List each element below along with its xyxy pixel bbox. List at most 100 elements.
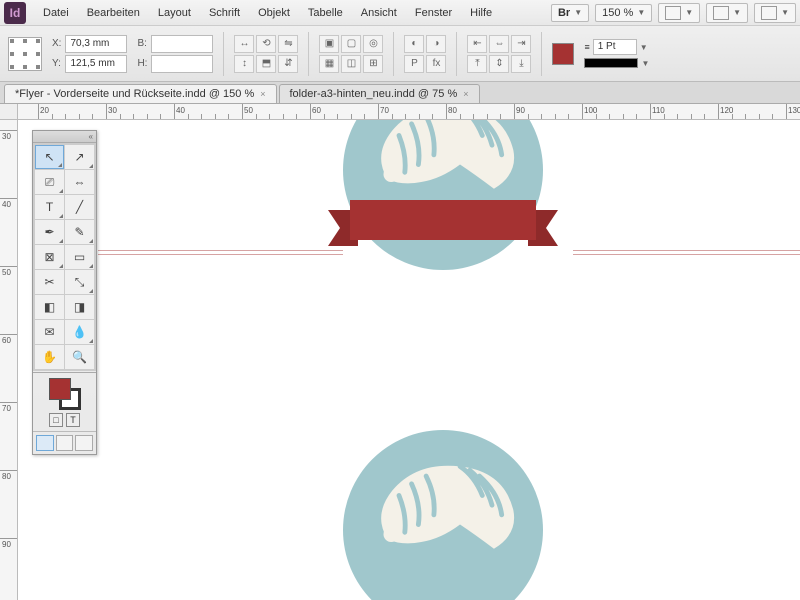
zoom-level[interactable]: 150 %▼ — [595, 4, 652, 22]
flip-v-icon[interactable]: ⇵ — [278, 55, 298, 73]
pen-tool[interactable]: ✒ — [35, 220, 64, 244]
arrange-button[interactable]: ▼ — [706, 3, 748, 23]
ruler-origin[interactable] — [0, 104, 18, 120]
document-tabs: *Flyer - Vorderseite und Rückseite.indd … — [0, 82, 800, 104]
eyedropper-tool[interactable]: 💧 — [65, 320, 94, 344]
scale-y-icon[interactable]: ↕ — [234, 55, 254, 73]
arrange-icon — [713, 6, 729, 20]
scale-x-icon[interactable]: ↔ — [234, 35, 254, 53]
formatting-text-icon[interactable]: T — [66, 413, 80, 427]
rectangle-frame-tool[interactable]: ⊠ — [35, 245, 64, 269]
scissors-tool[interactable]: ✂ — [35, 270, 64, 294]
menu-table[interactable]: Tabelle — [299, 3, 352, 23]
menu-edit[interactable]: Bearbeiten — [78, 3, 149, 23]
w-input[interactable] — [151, 35, 213, 53]
bridge-button[interactable]: Br ▼ — [551, 4, 589, 22]
zoom-tool[interactable]: 🔍 — [65, 345, 94, 369]
align-hcenter-icon[interactable]: ⇔ — [489, 35, 509, 53]
align-top-icon[interactable]: ⤒ — [467, 55, 487, 73]
gap-tool[interactable]: ⇔ — [65, 170, 94, 194]
line-tool[interactable]: ╱ — [65, 195, 94, 219]
menu-view[interactable]: Ansicht — [352, 3, 406, 23]
doc-tab[interactable]: folder-a3-hinten_neu.indd @ 75 % × — [279, 84, 480, 103]
workspace-button[interactable]: ▼ — [754, 3, 796, 23]
stroke-style[interactable] — [584, 58, 638, 68]
y-input[interactable]: 121,5 mm — [65, 55, 127, 73]
fx-icon[interactable]: fx — [426, 55, 446, 73]
effects-icons: ◐ ◑ P fx — [404, 35, 446, 73]
drop-shadow-icon[interactable]: ◐ — [404, 35, 424, 53]
decorative-rule — [98, 254, 343, 255]
x-input[interactable]: 70,3 mm — [65, 35, 127, 53]
align-right-icon[interactable]: ⇥ — [511, 35, 531, 53]
align-left-icon[interactable]: ⇤ — [467, 35, 487, 53]
menu-window[interactable]: Fenster — [406, 3, 461, 23]
h-input[interactable] — [151, 55, 213, 73]
decorative-rule — [573, 254, 800, 255]
tab-label: *Flyer - Vorderseite und Rückseite.indd … — [15, 88, 254, 100]
chevron-down-icon: ▼ — [781, 8, 789, 17]
control-bar: X: 70,3 mm Y: 121,5 mm B: H: ↔ ⟲ ⇋ ↕ ⬒ ⇵… — [0, 26, 800, 82]
menu-layout[interactable]: Layout — [149, 3, 200, 23]
stroke-weight-input[interactable]: 1 Pt — [593, 39, 637, 55]
auto-fit-icon[interactable]: ⊞ — [363, 55, 383, 73]
logo-graphic[interactable] — [328, 430, 558, 600]
menu-type[interactable]: Schrift — [200, 3, 249, 23]
menu-object[interactable]: Objekt — [249, 3, 299, 23]
close-icon[interactable]: × — [463, 89, 468, 99]
fill-frame-icon[interactable]: ▦ — [319, 55, 339, 73]
page-tool[interactable]: ⎚ — [35, 170, 64, 194]
rotate-icon[interactable]: ⟲ — [256, 35, 276, 53]
preview-view-button[interactable] — [56, 435, 74, 451]
pencil-tool[interactable]: ✎ — [65, 220, 94, 244]
chevron-down-icon[interactable]: ▼ — [641, 59, 649, 68]
menu-file[interactable]: Datei — [34, 3, 78, 23]
chevron-down-icon[interactable]: ▼ — [640, 43, 648, 52]
opacity-icon[interactable]: ◑ — [426, 35, 446, 53]
panel-header[interactable]: « — [33, 131, 96, 143]
rectangle-tool[interactable]: ▭ — [65, 245, 94, 269]
free-transform-tool[interactable]: ⤡ — [65, 270, 94, 294]
tab-label: folder-a3-hinten_neu.indd @ 75 % — [290, 88, 458, 100]
direct-selection-tool[interactable]: ↗ — [65, 145, 94, 169]
document-canvas[interactable] — [18, 120, 800, 600]
note-tool[interactable]: ✉ — [35, 320, 64, 344]
chevron-down-icon: ▼ — [637, 8, 645, 17]
normal-view-button[interactable] — [36, 435, 54, 451]
shear-icon[interactable]: ⬒ — [256, 55, 276, 73]
type-tool[interactable]: T — [35, 195, 64, 219]
gradient-swatch-tool[interactable]: ◧ — [35, 295, 64, 319]
fit-content-icon[interactable]: ▣ — [319, 35, 339, 53]
selection-tool[interactable]: ↖ — [35, 145, 64, 169]
fit-frame-icon[interactable]: ▢ — [341, 35, 361, 53]
formatting-container-icon[interactable]: □ — [49, 413, 63, 427]
fill-swatch[interactable] — [552, 43, 574, 65]
hand-tool[interactable]: ✋ — [35, 345, 64, 369]
doc-tab-active[interactable]: *Flyer - Vorderseite und Rückseite.indd … — [4, 84, 277, 103]
center-content-icon[interactable]: ◎ — [363, 35, 383, 53]
fill-color[interactable] — [49, 378, 71, 400]
horizontal-ruler[interactable]: 2030405060708090100110120130 — [18, 104, 800, 120]
bleed-view-button[interactable] — [75, 435, 93, 451]
align-vcenter-icon[interactable]: ⇕ — [489, 55, 509, 73]
tools-panel[interactable]: « ↖ ↗ ⎚ ⇔ T ╱ ✒ ✎ ⊠ ▭ ✂ ⤡ ◧ ◨ ✉ 💧 ✋ 🔍 □ … — [32, 130, 97, 455]
gradient-feather-tool[interactable]: ◨ — [65, 295, 94, 319]
stroke-weight-icon: ≡ — [584, 42, 589, 52]
bridge-label: Br — [558, 7, 570, 19]
reference-point[interactable] — [8, 37, 42, 71]
fill-stroke-block: □ T — [33, 374, 96, 431]
menu-help[interactable]: Hilfe — [461, 3, 501, 23]
flip-h-icon[interactable]: ⇋ — [278, 35, 298, 53]
vertical-ruler[interactable]: 30405060708090100 — [0, 120, 18, 600]
logo-graphic[interactable] — [328, 120, 558, 300]
screen-mode-button[interactable]: ▼ — [658, 3, 700, 23]
align-bottom-icon[interactable]: ⤓ — [511, 55, 531, 73]
fit-prop-icon[interactable]: ◫ — [341, 55, 361, 73]
screen-mode-icon — [665, 6, 681, 20]
close-icon[interactable]: × — [260, 89, 265, 99]
ribbon-banner — [328, 200, 558, 246]
collapse-icon[interactable]: « — [89, 132, 93, 141]
h-label: H: — [137, 58, 147, 69]
chevron-down-icon: ▼ — [574, 8, 582, 17]
p-glyph-icon[interactable]: P — [404, 55, 424, 73]
